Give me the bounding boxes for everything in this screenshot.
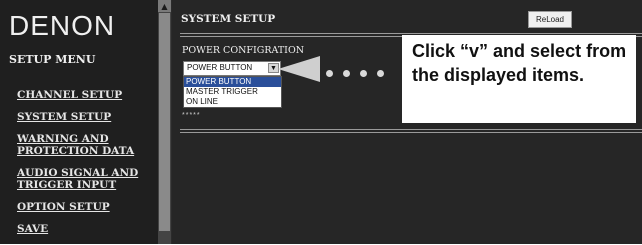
scroll-thumb[interactable] [159,13,170,231]
pointer-dots [326,68,384,78]
select-option-master-trigger[interactable]: MASTER TRIGGER [184,87,281,97]
sidebar-scrollbar[interactable]: ▲ [158,0,171,244]
reload-button[interactable]: ReLoad [528,11,572,28]
divider [180,129,642,130]
masked-value: ***** [182,112,201,119]
scroll-up-icon[interactable]: ▲ [158,0,171,12]
application-window: DENON SETUP MENU CHANNEL SETUP SYSTEM SE… [0,0,642,244]
select-options-list: POWER BUTTON MASTER TRIGGER ON LINE [183,76,282,108]
dot-icon [377,69,384,77]
sidebar-menu: CHANNEL SETUP SYSTEM SETUP WARNING AND P… [17,89,157,245]
sidebar-item-channel-setup[interactable]: CHANNEL SETUP [17,89,157,101]
sidebar-item-audio-signal[interactable]: AUDIO SIGNAL AND TRIGGER INPUT [17,167,157,191]
instruction-callout: Click “v” and select from the displayed … [402,35,636,123]
page-title: SYSTEM SETUP [181,13,276,25]
dot-icon [343,69,350,77]
select-current-value: POWER BUTTON [187,63,253,72]
sidebar-heading: SETUP MENU [9,53,96,66]
sidebar-item-warning-protection[interactable]: WARNING AND PROTECTION DATA [17,133,157,157]
power-configuration-select[interactable]: POWER BUTTON ▼ [183,61,281,76]
select-option-on-line[interactable]: ON LINE [184,97,281,107]
sidebar-item-system-setup[interactable]: SYSTEM SETUP [17,111,157,123]
sidebar-item-save[interactable]: SAVE [17,223,157,235]
dot-icon [360,69,367,77]
sidebar-item-option-setup[interactable]: OPTION SETUP [17,201,157,213]
divider [180,132,642,133]
select-option-power-button[interactable]: POWER BUTTON [184,77,281,87]
divider [180,33,642,34]
dot-icon [326,69,333,77]
sidebar: DENON SETUP MENU CHANNEL SETUP SYSTEM SE… [0,0,158,244]
power-configuration-label: POWER CONFIGRATION [182,45,305,56]
brand-logo: DENON [9,10,116,41]
